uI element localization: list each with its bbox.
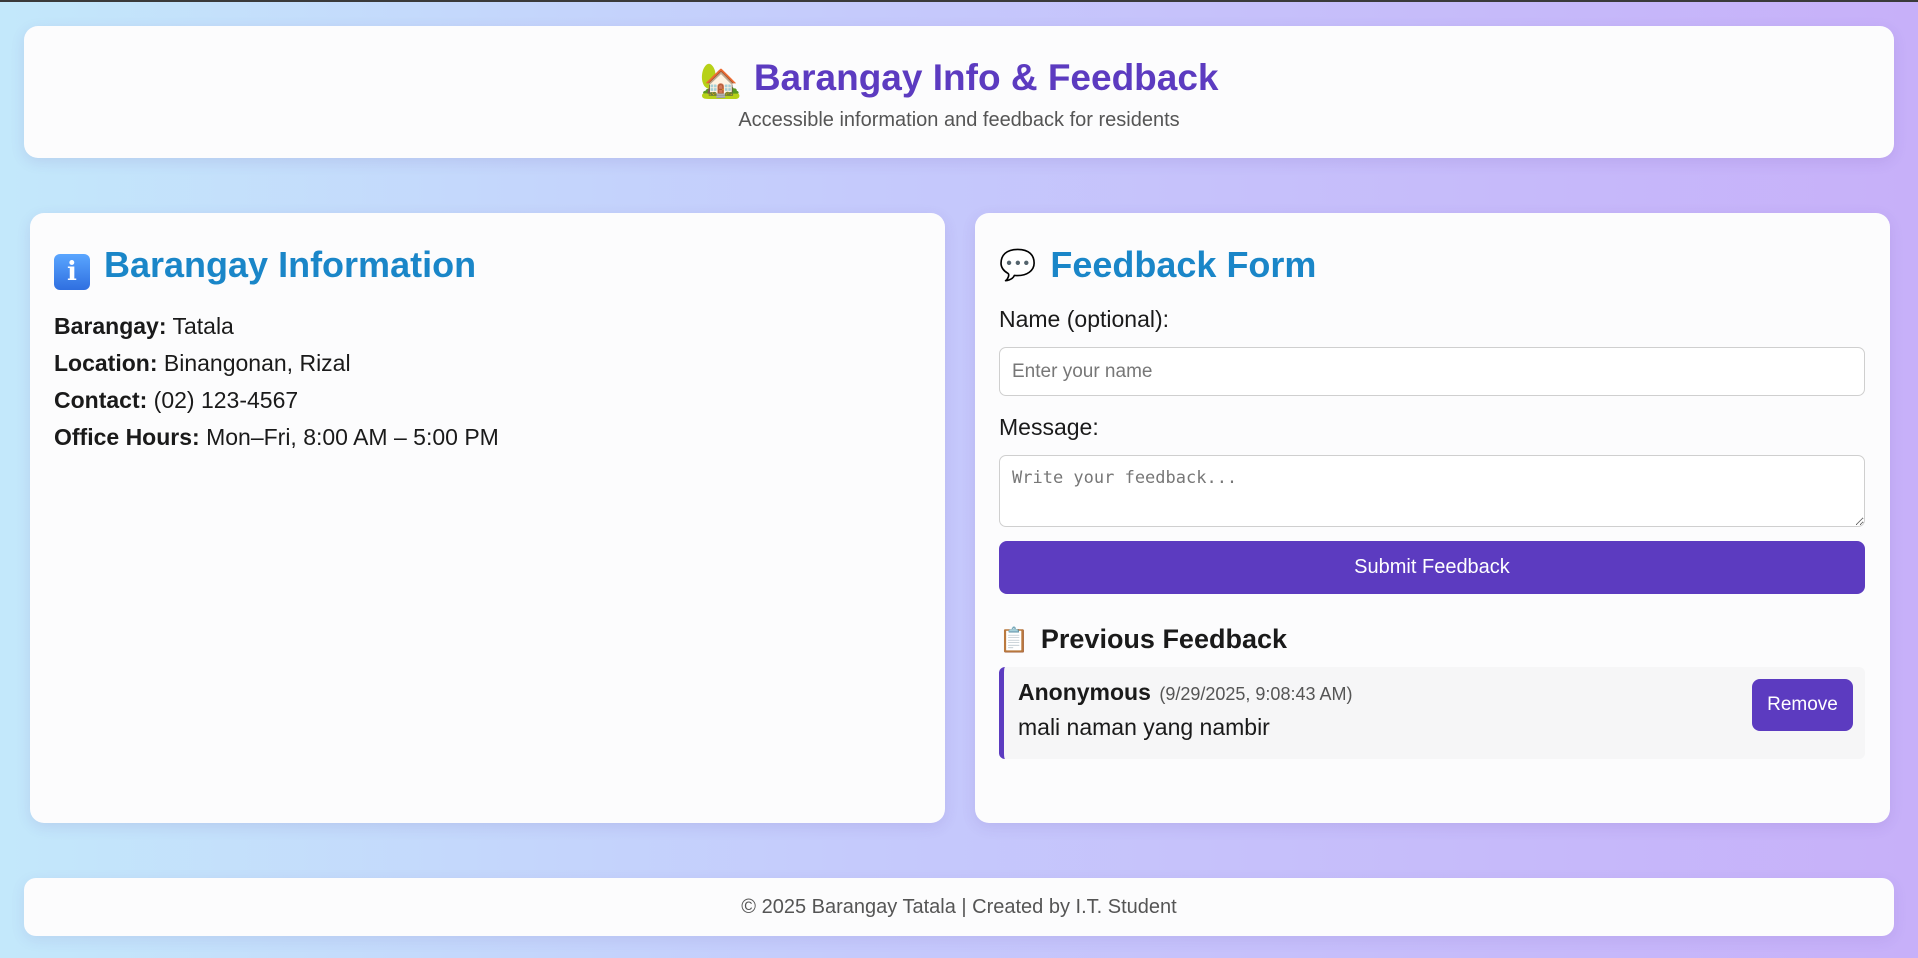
info-row-office-hours: Office Hours: Mon–Fri, 8:00 AM – 5:00 PM [54, 419, 921, 456]
feedback-timestamp: (9/29/2025, 9:08:43 AM) [1159, 684, 1353, 704]
name-label: Name (optional): [999, 306, 1170, 332]
house-with-garden-icon: 🏡 [699, 62, 742, 100]
feedback-card-title-text: Feedback Form [1050, 244, 1317, 285]
feedback-form-card: 💬 Feedback Form Name (optional): Message:… [975, 213, 1890, 823]
feedback-meta: Anonymous (9/29/2025, 9:08:43 AM) [1018, 679, 1851, 706]
message-textarea[interactable] [999, 455, 1865, 527]
info-card-title: i Barangay Information [54, 243, 921, 290]
info-row-location: Location: Binangonan, Rizal [54, 345, 921, 382]
information-icon: i [54, 254, 90, 290]
info-value: (02) 123-4567 [153, 387, 299, 413]
info-label: Office Hours: [54, 424, 200, 450]
info-label: Location: [54, 350, 158, 376]
page-title: 🏡 Barangay Info & Feedback [24, 56, 1894, 103]
feedback-list-item: Anonymous (9/29/2025, 9:08:43 AM) mali n… [999, 667, 1865, 759]
info-label: Contact: [54, 387, 148, 413]
name-input[interactable] [999, 347, 1865, 396]
clipboard-icon: 📋 [999, 627, 1029, 654]
page-header: 🏡 Barangay Info & Feedback Accessible inf… [24, 26, 1894, 158]
feedback-author: Anonymous [1018, 679, 1151, 705]
barangay-info-card: i Barangay Information Barangay: Tatala L… [30, 213, 945, 823]
info-label: Barangay: [54, 313, 167, 339]
page-footer: © 2025 Barangay Tatala | Created by I.T.… [24, 878, 1894, 936]
feedback-card-title: 💬 Feedback Form [999, 243, 1866, 288]
previous-feedback-title: 📋 Previous Feedback [999, 624, 1866, 655]
speech-balloon-icon: 💬 [999, 249, 1037, 282]
info-value: Binangonan, Rizal [163, 350, 351, 376]
info-card-title-text: Barangay Information [104, 244, 477, 285]
message-label: Message: [999, 414, 1099, 440]
submit-feedback-button[interactable]: Submit Feedback [999, 541, 1865, 594]
info-row-contact: Contact: (02) 123-4567 [54, 382, 921, 419]
info-value: Mon–Fri, 8:00 AM – 5:00 PM [206, 424, 499, 450]
page-title-text: Barangay Info & Feedback [753, 57, 1219, 98]
info-row-barangay: Barangay: Tatala [54, 308, 921, 345]
info-value: Tatala [172, 313, 234, 339]
page-subtitle: Accessible information and feedback for … [738, 109, 1180, 131]
previous-feedback-title-text: Previous Feedback [1040, 624, 1288, 654]
remove-feedback-button[interactable]: Remove [1752, 679, 1853, 731]
feedback-message: mali naman yang nambir [1018, 714, 1270, 740]
